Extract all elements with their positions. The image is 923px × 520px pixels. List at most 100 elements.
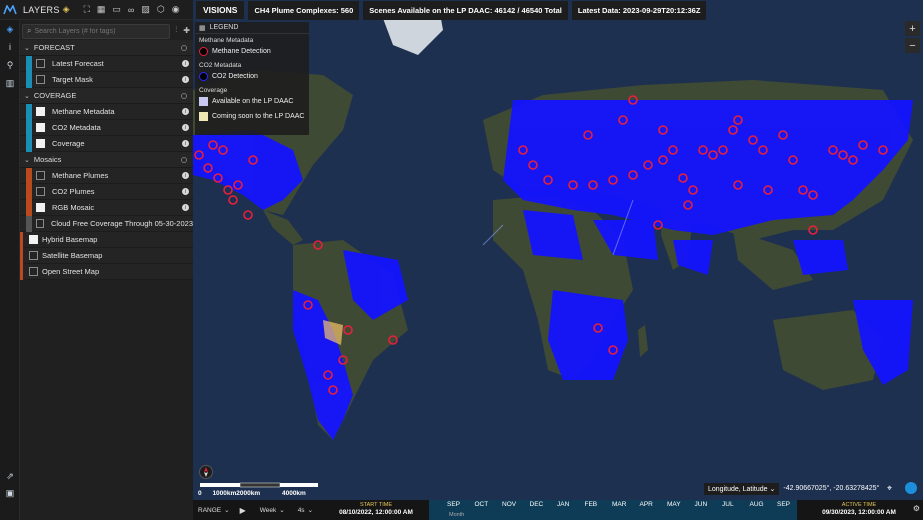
- scale-label-1: 1000km: [212, 490, 237, 497]
- camera-icon[interactable]: ▣: [0, 484, 20, 502]
- collapse-icon[interactable]: ⫶: [175, 25, 177, 35]
- layer-label: Latest Forecast: [52, 59, 104, 68]
- legend-panel: ▦ LEGEND Methane Metadata Methane Detect…: [195, 22, 309, 135]
- info-icon[interactable]: i: [182, 140, 189, 147]
- month-tick: NOV: [502, 501, 517, 508]
- layer-row[interactable]: Latest Forecast i: [20, 55, 193, 72]
- group-header[interactable]: ⌄ Mosaics: [20, 152, 193, 168]
- drag-handle[interactable]: [20, 247, 23, 264]
- legend-item-co2: CO2 Detection: [195, 69, 309, 84]
- settings-icon[interactable]: ⚙: [913, 504, 920, 513]
- info-icon[interactable]: i: [182, 60, 189, 67]
- layer-row[interactable]: CO2 Plumes i: [20, 183, 193, 200]
- search-input[interactable]: [31, 27, 170, 35]
- layer-checkbox[interactable]: [36, 203, 45, 212]
- add-icon[interactable]: ✚: [183, 26, 190, 35]
- layer-row[interactable]: CO2 Metadata i: [20, 119, 193, 136]
- layer-row[interactable]: Coverage i: [20, 135, 193, 152]
- compass-icon[interactable]: [199, 465, 213, 479]
- drag-handle[interactable]: [20, 263, 23, 280]
- info-icon[interactable]: i: [182, 204, 189, 211]
- layer-row[interactable]: Methane Plumes i: [20, 167, 193, 184]
- drag-handle[interactable]: [26, 199, 32, 216]
- speed-select[interactable]: 4s ⌄: [297, 506, 313, 515]
- drag-handle[interactable]: [20, 231, 23, 248]
- visions-button[interactable]: VISIONS: [196, 1, 245, 19]
- legend-item-available: Available on the LP DAAC: [195, 94, 309, 109]
- legend-header[interactable]: ▦ LEGEND: [195, 22, 309, 34]
- binoculars-icon[interactable]: ∞: [128, 5, 134, 15]
- range-control[interactable]: RANGE ⌄: [198, 506, 230, 515]
- book-icon[interactable]: ▭: [112, 4, 121, 15]
- layers-icon[interactable]: ◈: [0, 20, 20, 38]
- drag-handle[interactable]: [26, 71, 32, 88]
- zoom-in-button[interactable]: +: [905, 21, 920, 36]
- basemap-row[interactable]: Satellite Basemap: [20, 247, 193, 264]
- layer-row[interactable]: Cloud Free Coverage Through 05-30-2023: [20, 215, 193, 232]
- info-icon[interactable]: i: [182, 76, 189, 83]
- layer-checkbox[interactable]: [36, 187, 45, 196]
- play-button[interactable]: ▶: [240, 506, 246, 515]
- layer-row[interactable]: Methane Metadata i: [20, 103, 193, 120]
- group-toggle[interactable]: [181, 44, 187, 51]
- info-icon[interactable]: i: [182, 108, 189, 115]
- basemap-checkbox[interactable]: [29, 267, 38, 276]
- drag-handle[interactable]: [26, 135, 32, 152]
- projection-select[interactable]: Longitude, Latitude ⌄: [704, 482, 780, 495]
- layer-row[interactable]: Target Mask i: [20, 71, 193, 88]
- layer-label: Coverage: [52, 139, 85, 148]
- grid-icon[interactable]: ▦: [97, 4, 106, 15]
- info-icon[interactable]: i: [182, 188, 189, 195]
- image-icon[interactable]: ▨: [141, 4, 150, 15]
- month-tick: APR: [639, 501, 653, 508]
- basemap-checkbox[interactable]: [29, 251, 38, 260]
- basemap-label: Satellite Basemap: [42, 251, 103, 260]
- active-time[interactable]: ACTIVE TIME 09/30/2023, 12:00:00 AM: [809, 500, 909, 520]
- pin-icon[interactable]: ⚲: [0, 56, 20, 74]
- locate-icon[interactable]: ⌖: [887, 483, 892, 494]
- info-icon[interactable]: i: [0, 38, 20, 56]
- drag-handle[interactable]: [26, 103, 32, 120]
- cube-icon[interactable]: ⬡: [157, 4, 165, 15]
- app-logo: [0, 0, 20, 20]
- group-toggle[interactable]: [181, 92, 187, 99]
- globe-icon[interactable]: [905, 482, 917, 494]
- group-header[interactable]: ⌄ COVERAGE: [20, 88, 193, 104]
- layer-checkbox[interactable]: [36, 75, 45, 84]
- layer-checkbox[interactable]: [36, 107, 45, 116]
- zoom-out-button[interactable]: −: [905, 38, 920, 53]
- layer-checkbox[interactable]: [36, 139, 45, 148]
- month-tick: SEP: [777, 501, 791, 508]
- start-time-label: START TIME: [360, 502, 392, 508]
- drag-handle[interactable]: [26, 55, 32, 72]
- group-header[interactable]: ⌄ FORECAST: [20, 40, 193, 56]
- speed-label: 4s: [297, 506, 305, 514]
- step-select[interactable]: Week ⌄: [260, 506, 285, 515]
- info-icon[interactable]: i: [182, 172, 189, 179]
- drag-handle[interactable]: [26, 167, 32, 184]
- month-tick: AUG: [749, 501, 764, 508]
- layer-checkbox[interactable]: [36, 171, 45, 180]
- drag-handle[interactable]: [26, 215, 32, 232]
- drag-handle[interactable]: [26, 119, 32, 136]
- basemap-row[interactable]: Open Street Map: [20, 263, 193, 280]
- info-icon[interactable]: i: [182, 124, 189, 131]
- start-time[interactable]: START TIME 08/10/2022, 12:00:00 AM: [326, 500, 426, 520]
- layer-checkbox[interactable]: [36, 59, 45, 68]
- frame-icon[interactable]: ⛶: [84, 4, 90, 15]
- group-toggle[interactable]: [181, 156, 187, 163]
- external-link-icon[interactable]: ⇗: [0, 467, 20, 485]
- eye-icon[interactable]: ◉: [172, 4, 180, 15]
- layer-checkbox[interactable]: [35, 219, 44, 228]
- basemap-row[interactable]: Hybrid Basemap: [20, 231, 193, 248]
- timeline-axis[interactable]: SEP OCT NOV DEC JAN FEB MAR APR MAY JUN JUL AUG SEP …: [429, 500, 797, 520]
- legend-item-methane: Methane Detection: [195, 44, 309, 59]
- layer-checkbox[interactable]: [36, 123, 45, 132]
- drag-handle[interactable]: [26, 183, 32, 200]
- legend-section-methane: Methane Metadata: [199, 37, 254, 44]
- basemap-checkbox[interactable]: [29, 235, 38, 244]
- month-tick: SEP: [447, 501, 461, 508]
- layer-row[interactable]: RGB Mosaic i: [20, 199, 193, 216]
- chart-icon[interactable]: ▥: [0, 74, 20, 92]
- legend-section-co2: CO2 Metadata: [199, 62, 242, 69]
